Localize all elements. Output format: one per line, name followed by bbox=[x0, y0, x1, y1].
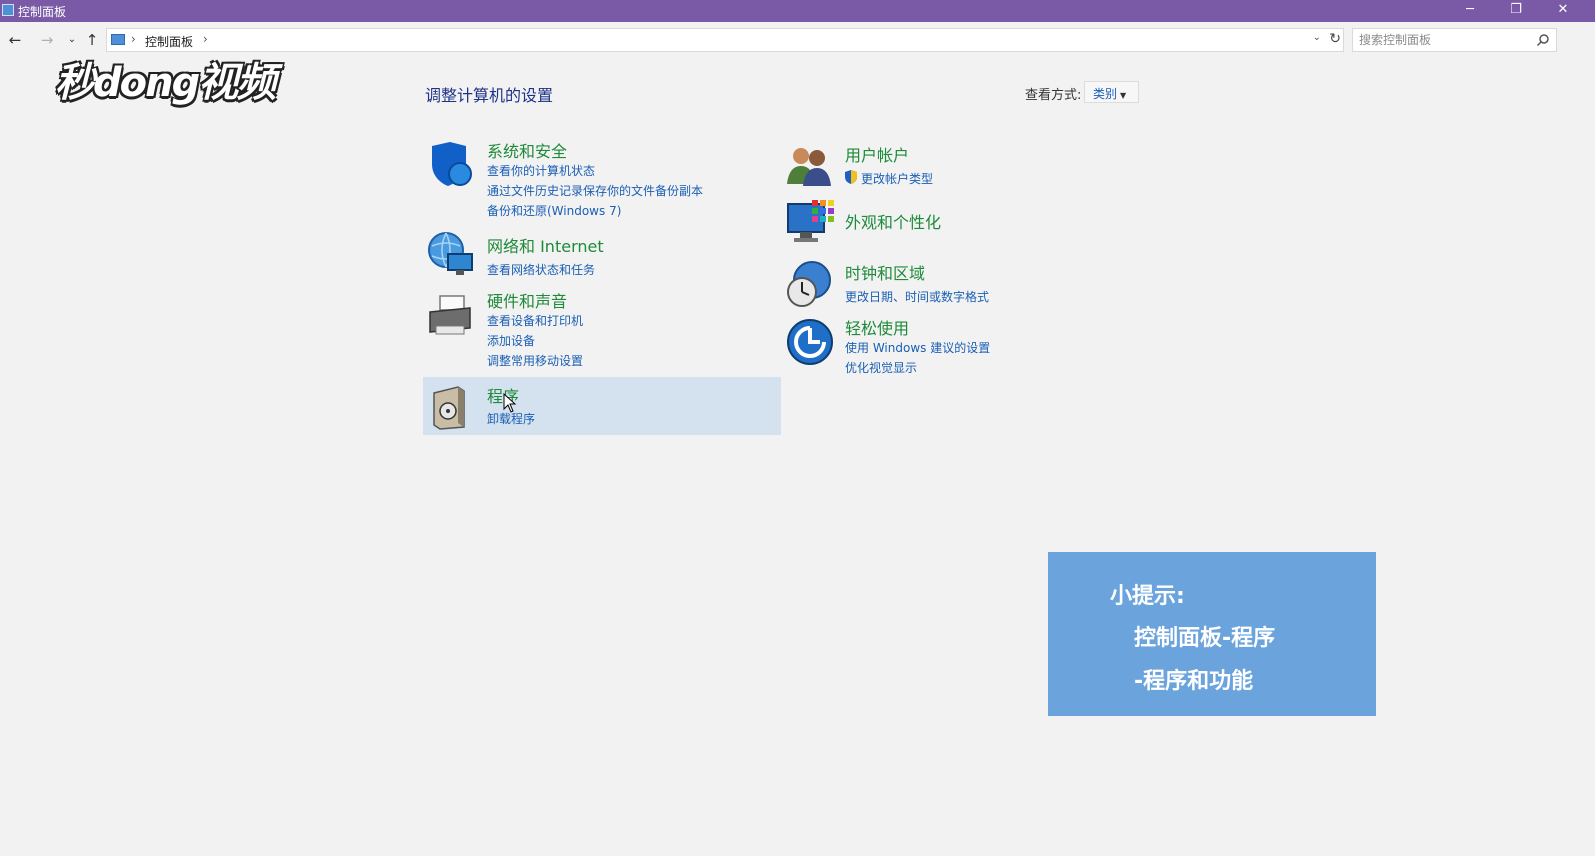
recent-locations-button[interactable]: ⌄ bbox=[62, 30, 82, 50]
refresh-icon[interactable]: ↻ bbox=[1329, 31, 1341, 47]
link-change-date-time-format[interactable]: 更改日期、时间或数字格式 bbox=[845, 288, 989, 305]
tip-heading: 小提示: bbox=[1110, 584, 1185, 609]
link-devices-printers[interactable]: 查看设备和打印机 bbox=[487, 312, 583, 329]
window-title: 控制面板 bbox=[18, 5, 67, 19]
breadcrumb-separator[interactable]: › bbox=[131, 32, 136, 46]
users-icon[interactable] bbox=[785, 140, 833, 188]
view-by-select[interactable]: 类别 ▼ bbox=[1084, 81, 1139, 103]
up-button[interactable]: ↑ bbox=[82, 30, 102, 50]
monitor-palette-icon[interactable] bbox=[786, 198, 834, 246]
mouse-pointer-icon bbox=[503, 393, 517, 413]
close-button[interactable]: ✕ bbox=[1540, 0, 1586, 22]
search-input[interactable] bbox=[1352, 28, 1557, 52]
navigation-bar: ← → ⌄ ↑ › 控制面板 › ⌄ ↻ bbox=[0, 22, 1595, 58]
watermark-logo: 秒dong视频 bbox=[55, 60, 276, 106]
category-title-hardware-sound[interactable]: 硬件和声音 bbox=[487, 288, 567, 312]
page-title: 调整计算机的设置 bbox=[425, 86, 554, 105]
link-mobility-settings[interactable]: 调整常用移动设置 bbox=[487, 352, 583, 369]
forward-button[interactable]: → bbox=[37, 30, 57, 50]
programs-hover-highlight bbox=[423, 377, 781, 435]
breadcrumb-separator[interactable]: › bbox=[203, 32, 208, 46]
view-by-label: 查看方式: bbox=[1025, 88, 1082, 103]
title-bar: 控制面板 ─ ❐ ✕ bbox=[0, 0, 1595, 22]
category-title-system-security[interactable]: 系统和安全 bbox=[487, 138, 567, 162]
uac-shield-icon bbox=[845, 170, 857, 184]
category-title-appearance[interactable]: 外观和个性化 bbox=[845, 209, 941, 233]
search-icon[interactable] bbox=[1536, 33, 1550, 47]
category-title-network-internet[interactable]: 网络和 Internet bbox=[487, 233, 604, 257]
network-globe-icon[interactable] bbox=[426, 230, 474, 278]
link-optimize-visual-display[interactable]: 优化视觉显示 bbox=[845, 359, 917, 376]
control-panel-icon bbox=[2, 4, 14, 16]
view-by-value: 类别 bbox=[1093, 87, 1118, 101]
chevron-down-icon: ▼ bbox=[1120, 91, 1127, 100]
minimize-button[interactable]: ─ bbox=[1447, 0, 1493, 22]
link-backup-restore[interactable]: 备份和还原(Windows 7) bbox=[487, 202, 621, 219]
category-title-user-accounts[interactable]: 用户帐户 bbox=[845, 142, 909, 166]
link-view-computer-status[interactable]: 查看你的计算机状态 bbox=[487, 162, 595, 179]
shield-icon[interactable] bbox=[426, 140, 474, 188]
category-title-clock-region[interactable]: 时钟和区域 bbox=[845, 260, 925, 284]
ease-access-icon[interactable] bbox=[786, 318, 834, 366]
control-panel-icon bbox=[111, 34, 125, 45]
category-title-ease-of-access[interactable]: 轻松使用 bbox=[845, 315, 909, 339]
link-add-device[interactable]: 添加设备 bbox=[487, 332, 535, 349]
tip-box: 小提示: 控制面板-程序 -程序和功能 bbox=[1048, 552, 1376, 716]
link-file-history-backup[interactable]: 通过文件历史记录保存你的文件备份副本 bbox=[487, 182, 703, 199]
restore-button[interactable]: ❐ bbox=[1493, 0, 1539, 22]
printer-icon[interactable] bbox=[426, 292, 474, 340]
programs-box-icon[interactable] bbox=[428, 383, 476, 431]
link-network-status[interactable]: 查看网络状态和任务 bbox=[487, 261, 595, 278]
tip-line-path: 控制面板-程序 bbox=[1134, 626, 1276, 651]
link-windows-recommended-settings[interactable]: 使用 Windows 建议的设置 bbox=[845, 339, 990, 356]
address-bar[interactable]: › 控制面板 › ⌄ ↻ bbox=[106, 28, 1344, 52]
back-button[interactable]: ← bbox=[5, 30, 25, 50]
clock-globe-icon[interactable] bbox=[784, 260, 832, 308]
tip-line-feature: -程序和功能 bbox=[1134, 669, 1254, 694]
address-dropdown-icon[interactable]: ⌄ bbox=[1313, 32, 1321, 43]
breadcrumb-control-panel[interactable]: 控制面板 bbox=[145, 33, 193, 50]
link-change-account-type[interactable]: 更改帐户类型 bbox=[861, 170, 933, 187]
